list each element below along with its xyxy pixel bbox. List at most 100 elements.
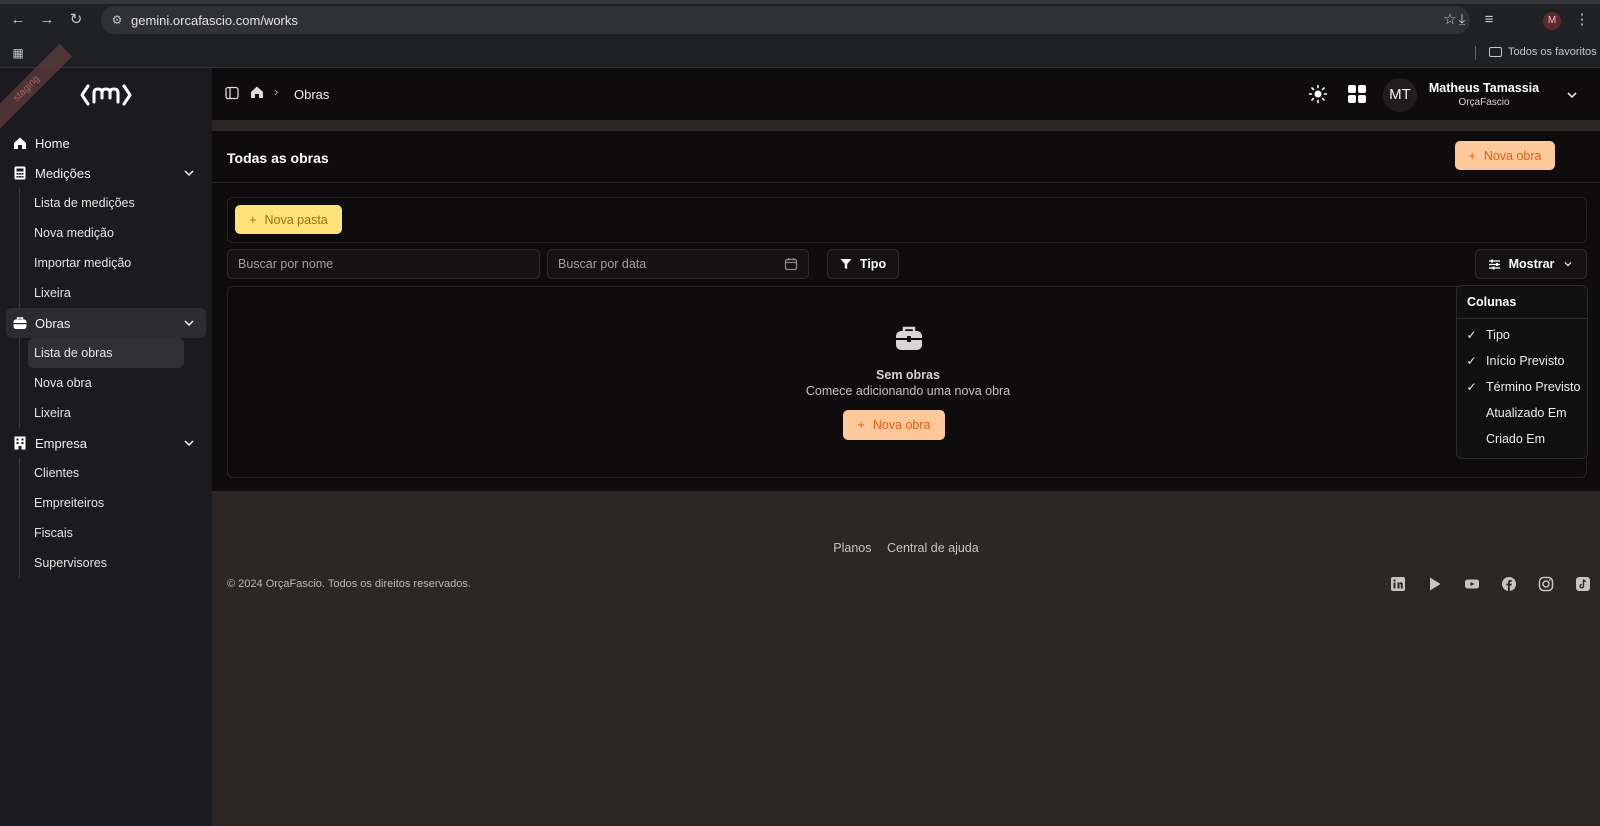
- browser-menu-icon[interactable]: ⋮: [1572, 10, 1592, 30]
- sidebar-item-empresa[interactable]: Empresa: [6, 428, 206, 458]
- column-option-inicio-previsto[interactable]: ✓ Início Previsto: [1457, 348, 1587, 374]
- user-name[interactable]: Matheus Tamassia: [1422, 81, 1546, 95]
- tiktok-icon[interactable]: [1575, 576, 1591, 592]
- sidebar-submenu-obras: Lista de obras Nova obra Lixeira: [19, 338, 206, 428]
- chevron-down-icon[interactable]: [182, 436, 196, 450]
- download-icon[interactable]: ⤓: [1452, 10, 1472, 30]
- columns-menu-title: Colunas: [1467, 295, 1517, 309]
- column-option-label: Criado Em: [1486, 432, 1546, 446]
- app-header: › Obras MT Matheus Tamassia OrçaFascio: [212, 68, 1600, 120]
- breadcrumb-home-icon[interactable]: [250, 85, 264, 99]
- sidebar-item-label: Medições: [35, 165, 91, 181]
- breadcrumb-current: Obras: [294, 87, 330, 102]
- search-name-input[interactable]: Buscar por nome: [227, 249, 540, 279]
- sidebar-item-obras[interactable]: Obras: [6, 308, 206, 338]
- check-icon: ✓: [1466, 380, 1477, 394]
- column-option-criado-em[interactable]: Criado Em: [1457, 426, 1587, 452]
- search-date-input[interactable]: Buscar por data: [547, 249, 809, 279]
- calculator-icon: [13, 166, 27, 180]
- empty-state-title: Sem obras: [876, 368, 940, 382]
- sidebar-item-supervisores[interactable]: Supervisores: [28, 548, 184, 578]
- forward-icon[interactable]: →: [37, 10, 57, 30]
- column-option-termino-previsto[interactable]: ✓ Término Previsto: [1457, 374, 1587, 400]
- type-filter-button[interactable]: Tipo: [827, 249, 899, 279]
- empty-new-work-button[interactable]: + Nova obra: [843, 410, 945, 440]
- works-panel: Todas as obras + Nova obra + Nova pasta …: [212, 131, 1600, 491]
- column-option-label: Atualizado Em: [1486, 406, 1567, 420]
- chevron-down-icon[interactable]: [182, 166, 196, 180]
- sidebar-toggle-icon[interactable]: [225, 86, 239, 100]
- folder-icon: [1489, 47, 1502, 57]
- sidebar-item-medicoes[interactable]: Medições: [6, 158, 206, 188]
- tab-strip: [0, 0, 1600, 4]
- breadcrumb-separator-icon: ›: [274, 84, 279, 99]
- check-icon: ✓: [1466, 328, 1477, 342]
- user-organization: OrçaFascio: [1458, 97, 1510, 108]
- instagram-icon[interactable]: [1538, 576, 1554, 592]
- sidebar-item-importar-medicao[interactable]: Importar medição: [28, 248, 184, 278]
- site-info-icon[interactable]: ⚙: [107, 10, 127, 30]
- show-columns-label: Mostrar: [1508, 257, 1555, 271]
- address-bar[interactable]: ⚙ gemini.orcafascio.com/works ☆: [101, 6, 1470, 34]
- footer-links: Planos Central de ajuda: [212, 541, 1600, 555]
- check-icon: ✓: [1466, 354, 1477, 368]
- footer-copyright: © 2024 OrçaFascio. Todos os direitos res…: [227, 578, 471, 590]
- apps-grid-icon[interactable]: [1346, 83, 1368, 105]
- column-option-label: Tipo: [1486, 328, 1510, 342]
- calendar-icon[interactable]: [784, 257, 798, 271]
- sidebar-item-home[interactable]: Home: [6, 128, 206, 158]
- column-option-atualizado-em[interactable]: Atualizado Em: [1457, 400, 1587, 426]
- sidebar-item-label: Obras: [35, 315, 71, 331]
- browser-toolbar: ← → ↻ ⚙ gemini.orcafascio.com/works ☆ ⤓ …: [0, 0, 1600, 40]
- home-icon: [13, 136, 27, 150]
- show-columns-button[interactable]: Mostrar: [1475, 249, 1587, 279]
- linkedin-icon[interactable]: [1390, 576, 1406, 592]
- new-work-button[interactable]: + Nova obra: [1455, 141, 1555, 170]
- all-bookmarks-button[interactable]: Todos os favoritos: [1489, 46, 1597, 58]
- briefcase-icon: [13, 316, 27, 330]
- page-title: Todas as obras: [227, 150, 329, 166]
- footer-link-planos[interactable]: Planos: [833, 541, 871, 555]
- sidebar-item-lista-obras[interactable]: Lista de obras: [28, 338, 184, 368]
- reload-icon[interactable]: ↻: [66, 10, 86, 30]
- columns-menu: Colunas ✓ Tipo ✓ Início Previsto ✓ Térmi…: [1456, 285, 1588, 459]
- avatar[interactable]: MT: [1383, 78, 1417, 112]
- sidebar-item-nova-medicao[interactable]: Nova medição: [28, 218, 184, 248]
- folders-area: + Nova pasta: [227, 197, 1587, 243]
- theme-toggle-sun-icon[interactable]: [1308, 84, 1328, 104]
- filter-icon: [840, 259, 852, 269]
- play-icon[interactable]: [1427, 576, 1443, 592]
- back-icon[interactable]: ←: [8, 10, 28, 30]
- sidebar-item-nova-obra[interactable]: Nova obra: [28, 368, 184, 398]
- chevron-down-icon[interactable]: [1565, 88, 1579, 102]
- facebook-icon[interactable]: [1501, 576, 1517, 592]
- apps-grid-icon[interactable]: ▦: [9, 44, 27, 62]
- column-option-tipo[interactable]: ✓ Tipo: [1457, 322, 1587, 348]
- sidebar-item-label: Empresa: [35, 435, 88, 451]
- all-bookmarks-label: Todos os favoritos: [1508, 46, 1597, 58]
- sidebar-submenu-medicoes: Lista de medições Nova medição Importar …: [19, 188, 206, 308]
- chevron-down-icon: [1564, 262, 1572, 267]
- sidebar-item-lista-medicoes[interactable]: Lista de medições: [28, 188, 184, 218]
- empty-state: Sem obras Comece adicionando uma nova ob…: [227, 286, 1587, 478]
- sidebar-item-fiscais[interactable]: Fiscais: [28, 518, 184, 548]
- chevron-down-icon[interactable]: [182, 316, 196, 330]
- url-text[interactable]: gemini.orcafascio.com/works: [131, 13, 298, 28]
- sidebar-item-clientes[interactable]: Clientes: [28, 458, 184, 488]
- sidebar-item-empreiteiros[interactable]: Empreiteiros: [28, 488, 184, 518]
- youtube-icon[interactable]: [1464, 576, 1480, 592]
- sidebar-item-lixeira-medicoes[interactable]: Lixeira: [28, 278, 184, 308]
- app-logo[interactable]: [80, 80, 132, 110]
- sidebar-item-lixeira-obras[interactable]: Lixeira: [28, 398, 184, 428]
- search-date-placeholder: Buscar por data: [558, 257, 647, 271]
- new-folder-button[interactable]: + Nova pasta: [235, 205, 342, 234]
- columns-menu-divider: [1457, 318, 1587, 319]
- media-queue-icon[interactable]: ≡: [1479, 10, 1499, 30]
- profile-avatar[interactable]: M: [1543, 12, 1561, 30]
- column-option-label: Início Previsto: [1486, 354, 1565, 368]
- bookmarks-divider: [1475, 46, 1476, 60]
- footer-link-central-ajuda[interactable]: Central de ajuda: [887, 541, 979, 555]
- sidebar-nav: Home Medições Lista de medições Nova med…: [6, 128, 206, 578]
- app-sidebar: staging Home Medições Lista de medições …: [0, 43, 212, 826]
- sidebar-item-label: Home: [35, 135, 70, 151]
